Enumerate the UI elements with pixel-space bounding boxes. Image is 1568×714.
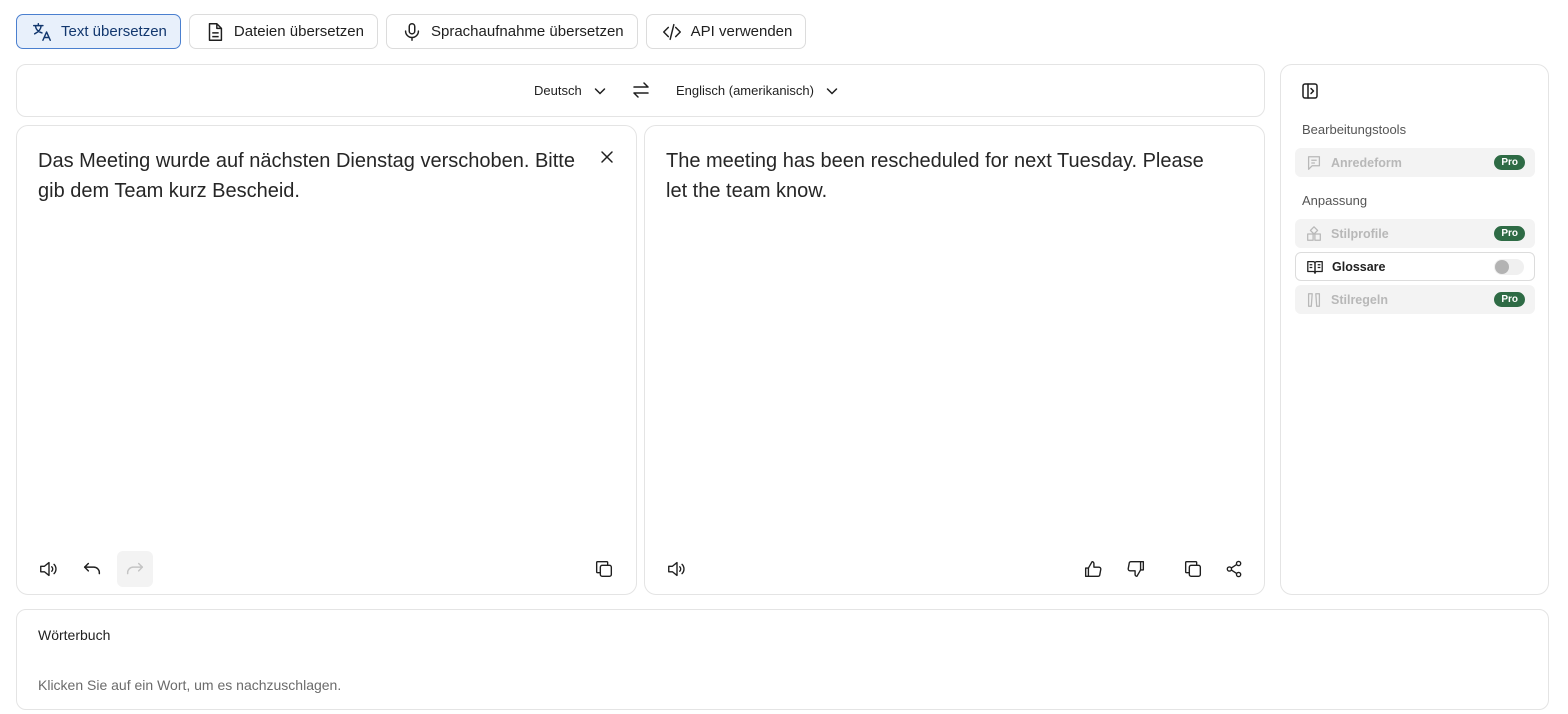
copy-icon [1184,560,1202,578]
tab-label: Sprachaufnahme übersetzen [431,23,624,40]
tab-voice-translate[interactable]: Sprachaufnahme übersetzen [386,14,638,49]
tab-file-translate[interactable]: Dateien übersetzen [188,14,378,49]
tool-label: Stilprofile [1331,226,1389,241]
copy-translation-button[interactable] [1175,551,1211,587]
thumbs-up-button[interactable] [1075,551,1111,587]
source-panel: Das Meeting wurde auf nächsten Dienstag … [16,125,637,595]
tab-text-translate[interactable]: Text übersetzen [16,14,181,49]
tool-stilprofile: Stilprofile Pro [1295,219,1535,248]
dictionary-title: Wörterbuch [38,627,111,643]
document-icon [208,22,223,41]
target-panel: The meeting has been rescheduled for nex… [644,125,1265,595]
formality-icon [1307,155,1321,170]
book-icon [1307,260,1323,274]
chevron-down-icon [826,87,838,95]
editing-tools-heading: Bearbeitungstools [1302,122,1407,137]
tool-stilregeln: Stilregeln Pro [1295,285,1535,314]
pro-badge: Pro [1494,226,1525,241]
tab-label: Text übersetzen [61,23,167,40]
source-text-input[interactable]: Das Meeting wurde auf nächsten Dienstag … [38,146,588,206]
speaker-icon [668,561,685,577]
pro-badge: Pro [1494,292,1525,307]
tool-glossare[interactable]: Glossare [1295,252,1535,281]
close-icon[interactable] [598,148,616,166]
customization-heading: Anpassung [1302,193,1368,208]
share-icon [1226,560,1242,578]
chevron-down-icon [594,87,605,95]
undo-icon [83,562,101,575]
target-language-select[interactable]: Englisch (amerikanisch) [676,65,840,116]
copy-source-button[interactable] [586,551,622,587]
undo-button[interactable] [74,551,110,587]
glossary-toggle[interactable] [1494,258,1524,275]
tool-label: Glossare [1332,259,1386,274]
translation-output[interactable]: The meeting has been rescheduled for nex… [666,146,1216,206]
share-button[interactable] [1216,551,1252,587]
tool-label: Stilregeln [1331,292,1388,307]
source-language-label: Deutsch [534,83,582,98]
listen-source-button[interactable] [31,551,67,587]
microphone-icon [404,22,420,41]
redo-button[interactable] [117,551,153,587]
listen-translation-button[interactable] [659,551,695,587]
thumbs-up-icon [1084,560,1102,578]
tool-anredeform: Anredeform Pro [1295,148,1535,177]
target-language-label: Englisch (amerikanisch) [676,83,814,98]
translate-icon [33,22,51,41]
mode-tabs: Text übersetzen Dateien übersetzen Sprac… [16,14,807,49]
language-bar: Deutsch Englisch (amerikanisch) [16,64,1265,117]
tab-label: Dateien übersetzen [233,23,364,40]
pro-badge: Pro [1494,155,1525,170]
code-icon [662,23,681,40]
thumbs-down-button[interactable] [1118,551,1154,587]
copy-icon [595,560,613,578]
dictionary-panel: Wörterbuch Klicken Sie auf ein Wort, um … [16,609,1549,710]
tools-side-panel: Bearbeitungstools Anredeform Pro Anpassu… [1280,64,1549,595]
dictionary-hint: Klicken Sie auf ein Wort, um es nachzusc… [38,677,342,693]
style-profiles-icon [1307,225,1321,241]
swap-languages-icon[interactable] [631,80,651,100]
tab-api[interactable]: API verwenden [645,14,807,49]
tool-label: Anredeform [1331,155,1402,170]
redo-icon [126,562,144,575]
tab-label: API verwenden [690,23,793,40]
source-language-select[interactable]: Deutsch [534,65,608,116]
speaker-icon [40,561,57,577]
style-rules-icon [1307,292,1321,307]
sidebar-toggle-icon[interactable] [1300,81,1320,101]
thumbs-down-icon [1127,560,1145,578]
